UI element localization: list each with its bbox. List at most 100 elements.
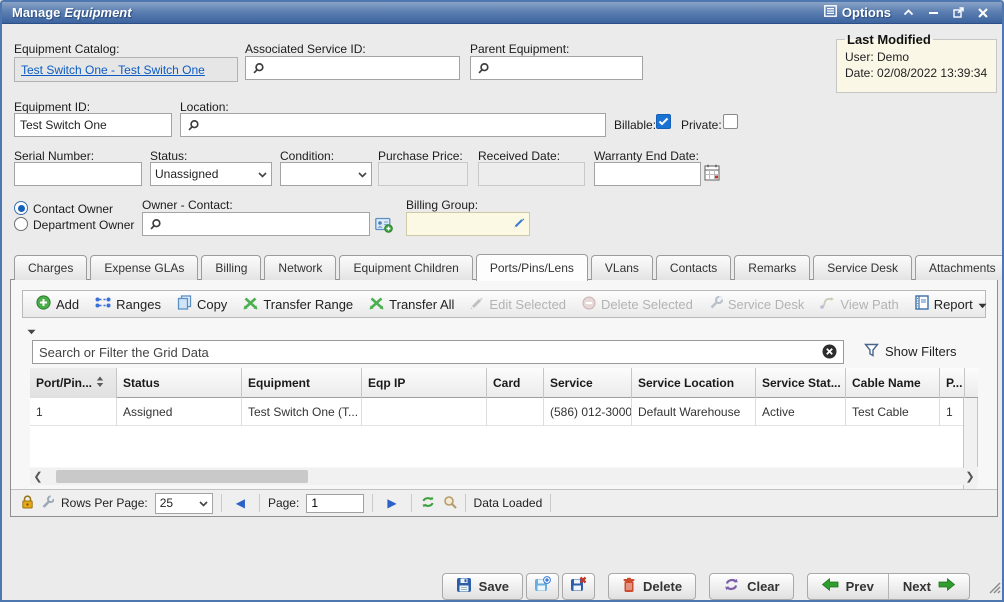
- show-filters-button[interactable]: Show Filters: [864, 343, 957, 360]
- options-button[interactable]: Options: [824, 5, 891, 20]
- pager-separator: [372, 494, 373, 512]
- header-scroll-spacer: [964, 368, 978, 398]
- rows-per-page-select[interactable]: 25: [155, 493, 213, 514]
- transfer-all-button[interactable]: Transfer All: [362, 292, 461, 316]
- column-header-port-pin[interactable]: Port/Pin...: [30, 368, 117, 398]
- column-header-cable-name[interactable]: Cable Name: [846, 368, 940, 398]
- private-checkbox[interactable]: [723, 114, 738, 129]
- zoom-icon[interactable]: [443, 495, 457, 512]
- purchase-price-input: [378, 162, 468, 186]
- column-header-p[interactable]: P...: [940, 368, 964, 398]
- refresh-icon[interactable]: [420, 495, 436, 512]
- prev-page-icon[interactable]: ◀: [230, 496, 251, 510]
- save-button[interactable]: Save: [442, 573, 523, 600]
- billable-checkbox[interactable]: [656, 114, 671, 129]
- tab-contacts[interactable]: Contacts: [656, 255, 731, 280]
- warranty-end-date-input[interactable]: [594, 162, 701, 186]
- associated-service-id-input[interactable]: [245, 56, 460, 80]
- condition-label: Condition:: [280, 149, 334, 163]
- grid-search-input[interactable]: [32, 340, 844, 364]
- popout-icon[interactable]: [953, 7, 964, 18]
- purchase-price-label: Purchase Price:: [378, 149, 463, 163]
- wrench-icon[interactable]: [41, 495, 54, 512]
- serial-number-input[interactable]: [14, 162, 142, 186]
- add-button[interactable]: Add: [29, 292, 86, 316]
- minimize-icon[interactable]: [928, 8, 939, 17]
- perspectives-button[interactable]: Perspectives: [996, 292, 1004, 316]
- page-input[interactable]: [306, 494, 364, 513]
- cell-equipment: Test Switch One (T...: [242, 398, 362, 426]
- warranty-end-date-label: Warranty End Date:: [594, 149, 699, 163]
- rows-per-page-label: Rows Per Page:: [61, 496, 148, 510]
- delete-icon: [622, 577, 636, 596]
- clear-button[interactable]: Clear: [709, 573, 794, 600]
- view-path-icon: [820, 296, 835, 312]
- last-modified-box: Last Modified User: Demo Date: 02/08/202…: [836, 32, 997, 93]
- scrollbar-track[interactable]: [46, 470, 962, 483]
- tab-service-desk[interactable]: Service Desk: [813, 255, 912, 280]
- tab-network[interactable]: Network: [264, 255, 336, 280]
- delete-button[interactable]: Delete: [608, 573, 696, 600]
- column-header-service-location[interactable]: Service Location: [632, 368, 756, 398]
- prev-button[interactable]: Prev: [808, 574, 888, 599]
- collapse-icon[interactable]: [903, 8, 914, 17]
- scroll-right-icon[interactable]: ❯: [962, 470, 978, 483]
- equipment-catalog-link[interactable]: Test Switch One - Test Switch One: [21, 63, 205, 77]
- status-select[interactable]: Unassigned: [150, 162, 272, 186]
- delete-row-icon: [582, 296, 596, 313]
- tab-charges[interactable]: Charges: [14, 255, 87, 280]
- chevron-down-icon: [199, 496, 208, 510]
- copy-button[interactable]: Copy: [170, 292, 234, 316]
- tab-expense-glas[interactable]: Expense GLAs: [90, 255, 198, 280]
- owner-contact-input[interactable]: [142, 212, 370, 236]
- column-header-card[interactable]: Card: [487, 368, 544, 398]
- close-icon[interactable]: [978, 8, 988, 18]
- table-row[interactable]: 1 Assigned Test Switch One (T... (586) 0…: [30, 398, 977, 426]
- column-header-service[interactable]: Service: [544, 368, 632, 398]
- tab-billing[interactable]: Billing: [201, 255, 261, 280]
- column-header-status[interactable]: Status: [117, 368, 242, 398]
- lock-icon[interactable]: [21, 495, 34, 512]
- last-modified-user: User: Demo: [845, 50, 988, 64]
- chevron-down-icon: [258, 167, 267, 181]
- calendar-icon[interactable]: [704, 164, 720, 186]
- transfer-range-button[interactable]: Transfer Range: [236, 292, 360, 316]
- horizontal-scrollbar[interactable]: ❮ ❯: [30, 468, 978, 485]
- scroll-left-icon[interactable]: ❮: [30, 470, 46, 483]
- clear-icon: [723, 577, 740, 595]
- condition-select[interactable]: [280, 162, 372, 186]
- scrollbar-thumb[interactable]: [56, 470, 308, 483]
- toolbar-overflow-caret[interactable]: [27, 322, 36, 340]
- report-button[interactable]: Report: [908, 292, 994, 316]
- contact-owner-label: Contact Owner: [33, 202, 113, 216]
- save-and-close-button[interactable]: [562, 573, 595, 600]
- next-page-icon[interactable]: ▶: [381, 496, 402, 510]
- clear-circle-icon[interactable]: [822, 344, 837, 364]
- location-input[interactable]: [180, 113, 606, 137]
- column-header-service-status[interactable]: Service Stat...: [756, 368, 846, 398]
- tab-ports-pins-lens[interactable]: Ports/Pins/Lens: [476, 254, 588, 281]
- column-header-equipment[interactable]: Equipment: [242, 368, 362, 398]
- chevron-down-icon: [358, 167, 367, 181]
- ranges-button[interactable]: Ranges: [88, 292, 168, 316]
- next-button[interactable]: Next: [888, 574, 969, 599]
- parent-equipment-input[interactable]: [470, 56, 643, 80]
- tab-equipment-children[interactable]: Equipment Children: [339, 255, 472, 280]
- resize-grip-icon[interactable]: [988, 581, 1001, 599]
- tab-vlans[interactable]: VLans: [591, 255, 653, 280]
- transfer-all-icon: [369, 296, 384, 313]
- equipment-id-input[interactable]: [14, 113, 172, 137]
- add-contact-icon[interactable]: [375, 217, 393, 238]
- department-owner-radio[interactable]: [14, 217, 28, 231]
- billing-group-label: Billing Group:: [406, 198, 478, 212]
- save-and-new-button[interactable]: [526, 573, 559, 600]
- column-header-eqp-ip[interactable]: Eqp IP: [362, 368, 487, 398]
- equipment-id-label: Equipment ID:: [14, 100, 90, 114]
- tab-attachments[interactable]: Attachments: [915, 255, 1004, 280]
- contact-owner-radio[interactable]: [14, 201, 28, 215]
- last-modified-legend: Last Modified: [845, 32, 933, 47]
- search-icon: [477, 62, 491, 76]
- tab-remarks[interactable]: Remarks: [734, 255, 810, 280]
- received-date-input: [478, 162, 585, 186]
- edit-pencil-icon[interactable]: [513, 217, 525, 232]
